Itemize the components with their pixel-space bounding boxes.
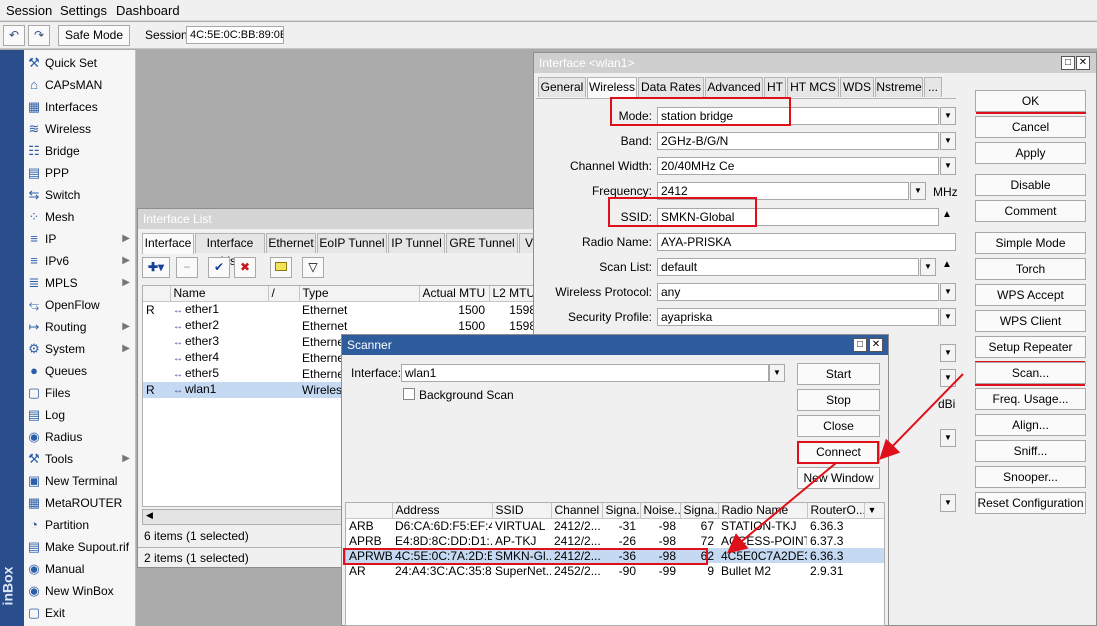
freq-usage-button[interactable]: Freq. Usage... bbox=[975, 388, 1086, 410]
disable-button[interactable]: Disable bbox=[975, 174, 1086, 196]
snooper-button[interactable]: Snooper... bbox=[975, 466, 1086, 488]
wps-accept-button[interactable]: WPS Accept bbox=[975, 284, 1086, 306]
ok-button[interactable]: OK bbox=[975, 90, 1086, 112]
scan-button[interactable]: Scan... bbox=[975, 362, 1086, 384]
comment-button[interactable]: Comment bbox=[975, 200, 1086, 222]
annotation-arrows bbox=[726, 373, 964, 554]
apply-button[interactable]: Apply bbox=[975, 142, 1086, 164]
align-button[interactable]: Align... bbox=[975, 414, 1086, 436]
wps-client-button[interactable]: WPS Client bbox=[975, 310, 1086, 332]
arrow-scan-to-connect bbox=[879, 373, 964, 460]
simple-mode-button[interactable]: Simple Mode bbox=[975, 232, 1086, 254]
arrow-connect-to-network bbox=[726, 462, 837, 554]
reset-configuration-button[interactable]: Reset Configuration bbox=[975, 492, 1086, 514]
torch-button[interactable]: Torch bbox=[975, 258, 1086, 280]
setup-repeater-button[interactable]: Setup Repeater bbox=[975, 336, 1086, 358]
sniff-button[interactable]: Sniff... bbox=[975, 440, 1086, 462]
cancel-button[interactable]: Cancel bbox=[975, 116, 1086, 138]
